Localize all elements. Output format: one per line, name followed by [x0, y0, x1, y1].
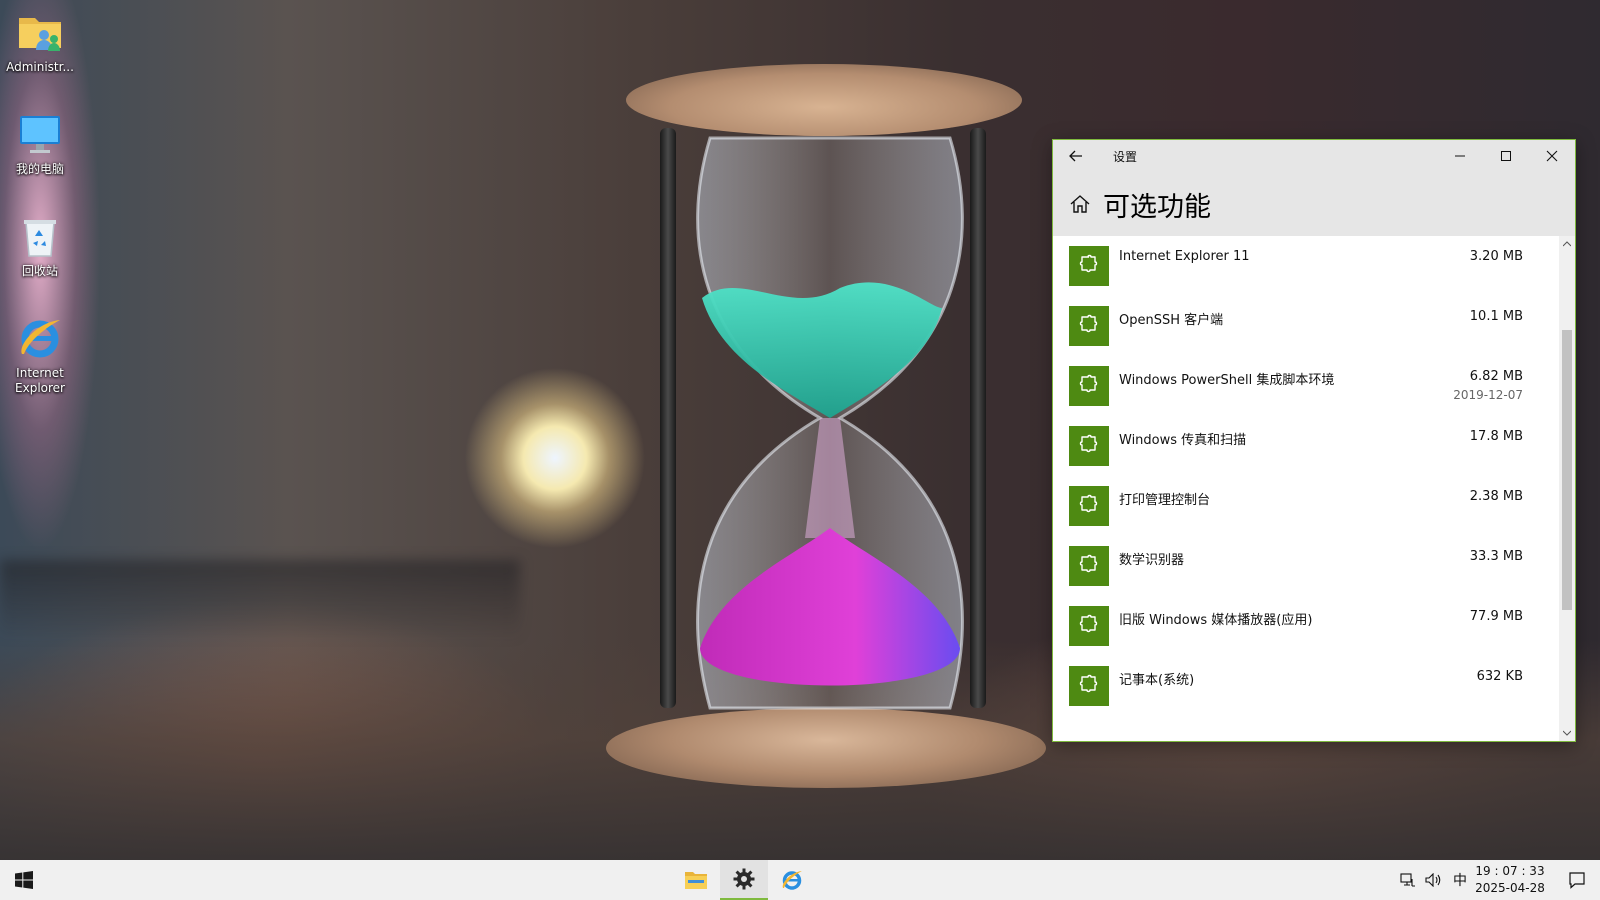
back-button[interactable]: [1053, 140, 1099, 172]
wallpaper-hourglass-base: [606, 708, 1046, 788]
feature-tile: [1069, 366, 1109, 406]
desktop-icon-label: 我的电脑: [15, 162, 64, 176]
user-folder-icon: [16, 8, 64, 56]
feature-row[interactable]: 打印管理控制台 2.38 MB: [1053, 476, 1559, 536]
puzzle-icon: [1079, 374, 1098, 393]
minimize-icon: [1455, 155, 1465, 157]
desktop-icon-label: 回收站: [21, 264, 58, 278]
feature-row[interactable]: 旧版 Windows 媒体播放器(应用) 77.9 MB: [1053, 596, 1559, 656]
taskbar-file-explorer[interactable]: [672, 860, 720, 900]
clock-date: 2025-04-28: [1475, 881, 1545, 895]
feature-tile: [1069, 606, 1109, 646]
computer-icon: [16, 110, 64, 158]
clock-time: 19 : 07 : 33: [1475, 864, 1545, 878]
desktop-icon-my-computer[interactable]: 我的电脑: [4, 110, 76, 177]
tray-ime[interactable]: 中: [1448, 860, 1472, 900]
feature-size: 2.38 MB: [1469, 489, 1523, 504]
action-center-button[interactable]: [1554, 860, 1600, 900]
feature-name: OpenSSH 客户端: [1119, 313, 1224, 328]
puzzle-icon: [1079, 614, 1098, 633]
minimize-button[interactable]: [1437, 140, 1483, 172]
close-button[interactable]: [1529, 140, 1575, 172]
puzzle-icon: [1079, 434, 1098, 453]
desktop-icon-internet-explorer[interactable]: Internet Explorer: [4, 314, 76, 396]
puzzle-icon: [1079, 314, 1098, 333]
feature-size: 77.9 MB: [1469, 609, 1523, 624]
wallpaper-hourglass-glass: [696, 136, 964, 710]
taskbar: 中 19 : 07 : 33 2025-04-28: [0, 860, 1600, 900]
puzzle-icon: [1079, 254, 1098, 273]
feature-tile: [1069, 426, 1109, 466]
page-header: 可选功能: [1053, 172, 1575, 236]
wallpaper-hourglass-pillar-left: [660, 128, 676, 708]
tray-volume[interactable]: [1422, 860, 1446, 900]
close-icon: [1546, 150, 1558, 162]
folder-icon: [685, 872, 707, 889]
feature-size: 6.82 MB: [1469, 369, 1523, 384]
feature-name: 记事本(系统): [1119, 673, 1195, 688]
feature-row[interactable]: Windows PowerShell 集成脚本环境 6.82 MB 2019-1…: [1053, 356, 1559, 416]
recycle-bin-icon: [16, 212, 64, 260]
puzzle-icon: [1079, 554, 1098, 573]
feature-size: 17.8 MB: [1469, 429, 1523, 444]
start-button[interactable]: [0, 860, 48, 900]
desktop-icon-label: Administr...: [6, 60, 74, 74]
feature-size: 10.1 MB: [1469, 309, 1523, 324]
feature-tile: [1069, 306, 1109, 346]
feature-row[interactable]: Windows 传真和扫描 17.8 MB: [1053, 416, 1559, 476]
network-icon: [1400, 873, 1415, 887]
settings-window: 设置 可选功能 Internet Explorer 11 3.20 MB Ope…: [1052, 139, 1576, 742]
wallpaper-hourglass-cap: [626, 64, 1022, 136]
maximize-icon: [1501, 151, 1511, 161]
feature-name: Internet Explorer 11: [1119, 249, 1250, 264]
ie-icon: [16, 314, 64, 362]
vertical-scrollbar[interactable]: [1559, 236, 1575, 741]
desktop-icon-administrator[interactable]: Administr...: [4, 8, 76, 75]
feature-name: Windows 传真和扫描: [1119, 433, 1247, 448]
feature-tile: [1069, 546, 1109, 586]
desktop-icon-label: Internet Explorer: [15, 366, 65, 395]
feature-name: Windows PowerShell 集成脚本环境: [1119, 373, 1335, 388]
taskbar-settings[interactable]: [720, 860, 768, 900]
feature-size: 33.3 MB: [1469, 549, 1523, 564]
desktop-icon-recycle-bin[interactable]: 回收站: [4, 212, 76, 279]
maximize-button[interactable]: [1483, 140, 1529, 172]
volume-icon: [1425, 873, 1441, 887]
home-icon: [1070, 195, 1090, 213]
chevron-up-icon: [1563, 241, 1571, 247]
puzzle-icon: [1079, 494, 1098, 513]
feature-row[interactable]: OpenSSH 客户端 10.1 MB: [1053, 296, 1559, 356]
feature-size: 3.20 MB: [1469, 249, 1523, 264]
feature-name: 旧版 Windows 媒体播放器(应用): [1119, 613, 1313, 628]
notification-icon: [1569, 872, 1585, 889]
feature-size: 632 KB: [1476, 669, 1523, 684]
title-bar: 设置: [1053, 140, 1575, 172]
windows-logo-icon: [15, 871, 33, 889]
tray-network[interactable]: [1396, 860, 1420, 900]
page-title: 可选功能: [1103, 191, 1211, 223]
window-title: 设置: [1113, 149, 1138, 164]
home-button[interactable]: [1067, 191, 1093, 217]
feature-name: 打印管理控制台: [1119, 493, 1211, 508]
taskbar-internet-explorer[interactable]: [768, 860, 816, 900]
scroll-down-button[interactable]: [1559, 725, 1575, 741]
feature-row[interactable]: Internet Explorer 11 3.20 MB: [1053, 236, 1559, 296]
ie-icon: [782, 871, 802, 890]
scroll-thumb[interactable]: [1562, 330, 1572, 610]
feature-tile: [1069, 666, 1109, 706]
feature-name: 数学识别器: [1119, 553, 1185, 568]
feature-row[interactable]: 数学识别器 33.3 MB: [1053, 536, 1559, 596]
wallpaper-shelf: [0, 560, 520, 640]
scroll-up-button[interactable]: [1559, 236, 1575, 252]
back-arrow-icon: [1069, 150, 1082, 162]
feature-row[interactable]: 记事本(系统) 632 KB: [1053, 656, 1559, 716]
chevron-down-icon: [1563, 730, 1571, 736]
feature-tile: [1069, 486, 1109, 526]
gear-icon: [733, 868, 755, 890]
feature-tile: [1069, 246, 1109, 286]
taskbar-clock[interactable]: 19 : 07 : 33 2025-04-28: [1472, 863, 1548, 897]
feature-date: 2019-12-07: [1453, 388, 1523, 402]
puzzle-icon: [1079, 674, 1098, 693]
feature-list: Internet Explorer 11 3.20 MB OpenSSH 客户端…: [1053, 236, 1559, 741]
